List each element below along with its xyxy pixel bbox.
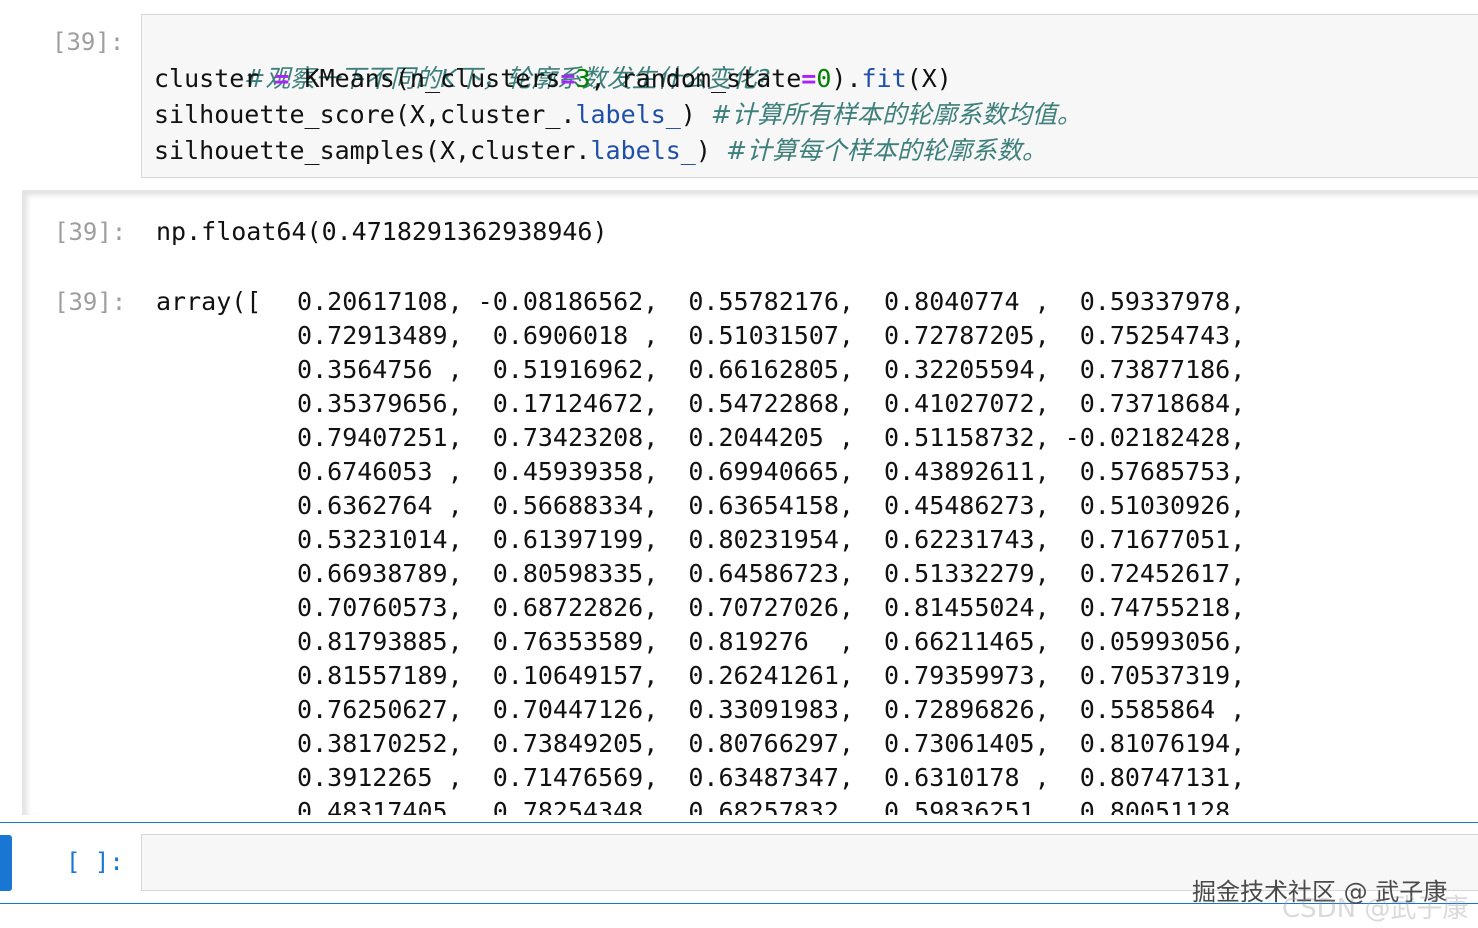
code-attribute: labels_ [590, 136, 696, 165]
array-row: 0.81557189, 0.10649157, 0.26241261, 0.79… [282, 661, 1246, 690]
code-attribute: fit [861, 64, 907, 93]
code-token: (X) [906, 64, 952, 93]
array-row: 0.81793885, 0.76353589, 0.819276 , 0.662… [282, 627, 1246, 656]
array-row: 0.6746053 , 0.45939358, 0.69940665, 0.43… [282, 457, 1246, 486]
active-cell-prompt: [ ]: [66, 848, 124, 876]
array-row: 0.38170252, 0.73849205, 0.80766297, 0.73… [282, 729, 1246, 758]
array-row: 0.70760573, 0.68722826, 0.70727026, 0.81… [282, 593, 1246, 622]
array-row: 0.20617108, -0.08186562, 0.55782176, 0.8… [282, 287, 1246, 316]
array-row: 0.35379656, 0.17124672, 0.54722868, 0.41… [282, 389, 1246, 418]
array-row: 0.72913489, 0.6906018 , 0.51031507, 0.72… [282, 321, 1246, 350]
code-token: KMeans(n_clusters [289, 64, 561, 93]
code-token: , random_state [590, 64, 802, 93]
code-number: 0 [816, 64, 832, 93]
code-token: silhouette_samples(X,cluster. [154, 136, 591, 165]
array-row: 0.48317405, 0.78254348, 0.68257832, 0.59… [282, 797, 1246, 815]
code-comment: #计算所有样本的轮廓系数均值。 [710, 100, 1082, 129]
code-line-3: silhouette_score(X,cluster_.labels_) #计算… [154, 97, 1082, 133]
array-row: 0.76250627, 0.70447126, 0.33091983, 0.72… [282, 695, 1246, 724]
code-token: ) [695, 136, 726, 165]
code-number: 3 [575, 64, 591, 93]
code-operator: = [801, 64, 817, 93]
array-row: 0.66938789, 0.80598335, 0.64586723, 0.51… [282, 559, 1246, 588]
code-token: ) [680, 100, 711, 129]
code-operator: = [560, 64, 576, 93]
output-area[interactable]: [39]: np.float64(0.4718291362938946) [39… [22, 190, 1478, 815]
output-prompt-2: [39]: [54, 288, 127, 316]
array-row: 0.53231014, 0.61397199, 0.80231954, 0.62… [282, 525, 1246, 554]
array-row: 0.79407251, 0.73423208, 0.2044205 , 0.51… [282, 423, 1246, 452]
code-comment: #计算每个样本的轮廓系数。 [725, 136, 1047, 165]
output-score: np.float64(0.4718291362938946) [156, 217, 608, 246]
code-line-2: cluster = KMeans(n_clusters=3, random_st… [154, 61, 952, 97]
array-prefix: array([ [156, 287, 262, 316]
array-row: 0.3912265 , 0.71476569, 0.63487347, 0.63… [282, 763, 1246, 792]
code-attribute: labels_ [575, 100, 681, 129]
code-line-4: silhouette_samples(X,cluster.labels_) #计… [154, 133, 1047, 169]
code-token: cluster [154, 64, 275, 93]
code-editor[interactable]: #观察一下不同的K下，轮廓系数发生什么变化? cluster = KMeans(… [141, 14, 1478, 178]
code-token: ). [831, 64, 862, 93]
watermark-csdn: CSDN @武子康 [1282, 894, 1469, 924]
code-token: silhouette_score(X,cluster_. [154, 100, 576, 129]
array-row: 0.6362764 , 0.56688334, 0.63654158, 0.45… [282, 491, 1246, 520]
active-cell-indicator [0, 835, 12, 891]
output-prompt-1: [39]: [54, 218, 127, 246]
array-row: 0.3564756 , 0.51916962, 0.66162805, 0.32… [282, 355, 1246, 384]
input-prompt: [39]: [52, 28, 125, 56]
code-operator: = [274, 64, 290, 93]
